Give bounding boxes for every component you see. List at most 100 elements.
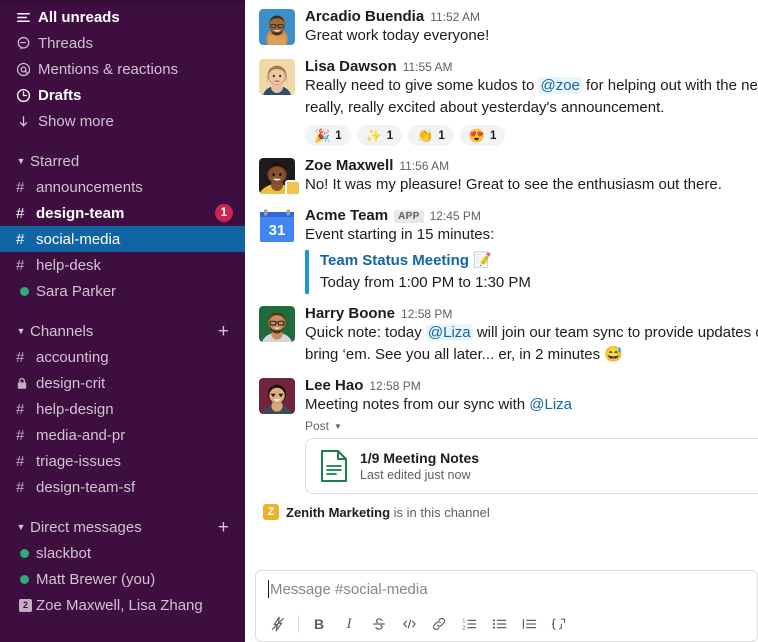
message-timestamp[interactable]: 12:45 PM [430,209,481,223]
message-timestamp[interactable]: 12:58 PM [369,379,420,393]
sidebar-channel-design-team[interactable]: # design-team 1 [0,200,245,226]
message-author[interactable]: Acme Team [305,207,388,224]
sidebar-dm-slackbot[interactable]: slackbot [0,540,245,566]
ordered-list-button[interactable]: 12 [455,610,483,638]
section-header-starred[interactable]: ▼ Starred [0,148,245,174]
channel-name: help-desk [36,256,102,274]
message-timestamp[interactable]: 11:55 AM [403,60,453,74]
sidebar-channel-social-media[interactable]: # social-media [0,226,245,252]
sidebar-channel-help-design[interactable]: # help-design [0,396,245,422]
shortcuts-lightning-icon[interactable] [264,610,292,638]
chevron-down-icon: ▼ [16,156,26,166]
text-segment: will join our team sync to provide updat… [476,324,758,341]
add-channel-button[interactable]: + [218,322,233,341]
sidebar-item-show-more[interactable]: Show more [0,108,245,134]
avatar[interactable] [259,306,295,342]
reaction-clap[interactable]: 👏 1 [408,125,454,146]
section-title: Channels [30,322,94,340]
section-header-channels[interactable]: ▼ Channels + [0,318,245,344]
message-author[interactable]: Harry Boone [305,305,395,322]
sidebar-item-label: Drafts [38,86,82,104]
sidebar-channel-accounting[interactable]: # accounting [0,344,245,370]
avatar[interactable] [259,59,295,95]
sidebar-item-label: Threads [38,34,94,52]
sidebar: All unreads Threads Mentions & reactions [0,0,245,642]
message-author[interactable]: Lee Hao [305,377,363,394]
avatar[interactable]: 31 [259,208,295,244]
reaction-tada[interactable]: 🎉 1 [305,125,351,146]
sidebar-channel-media-and-pr[interactable]: # media-and-pr [0,422,245,448]
composer-input-row[interactable]: Message #social-media [256,571,757,607]
message-author[interactable]: Arcadio Buendia [305,8,424,25]
avatar[interactable] [259,9,295,45]
avatar-image [259,306,295,342]
reaction-emoji: 😍 [468,128,485,143]
sidebar-channel-design-team-sf[interactable]: # design-team-sf [0,474,245,500]
sidebar-channel-triage-issues[interactable]: # triage-issues [0,448,245,474]
reaction-count: 1 [489,129,497,142]
italic-button[interactable]: I [335,610,363,638]
mention-link-liza[interactable]: @Liza [529,396,572,413]
dm-name: Matt Brewer (you) [36,570,156,588]
sidebar-nav: All unreads Threads Mentions & reactions [0,4,245,134]
section-title: Starred [30,152,80,170]
sidebar-dm-group[interactable]: 2 Zoe Maxwell, Lisa Zhang [0,592,245,618]
status-emoji-badge[interactable] [285,180,301,196]
mention-link-liza[interactable]: @Liza [425,324,473,341]
sidebar-dm-matt-brewer[interactable]: Matt Brewer (you) [0,566,245,592]
reaction-sparkles[interactable]: ✨ 1 [356,125,403,146]
strikethrough-button[interactable] [365,610,393,638]
avatar-image [259,59,295,95]
code-button[interactable] [395,610,423,638]
composer-placeholder: Message #social-media [270,580,428,598]
mention-link-zoe[interactable]: @zoe [538,77,582,94]
add-dm-button[interactable]: + [218,518,233,537]
file-info: 1/9 Meeting Notes Last edited just now [360,450,479,482]
link-button[interactable] [425,610,453,638]
code-block-button[interactable] [545,610,573,638]
message-author[interactable]: Zoe Maxwell [305,157,393,174]
post-label-text: Post [305,419,330,433]
sidebar-channel-help-desk[interactable]: # help-desk [0,252,245,278]
message-timestamp[interactable]: 12:58 PM [401,307,452,321]
message-author[interactable]: Lisa Dawson [305,58,397,75]
message-body: Arcadio Buendia 11:52 AM Great work toda… [305,8,758,47]
channel-join-notice: Z Zenith Marketing is in this channel [245,496,758,526]
dm-name: Sara Parker [36,282,117,300]
bold-button[interactable]: B [305,610,333,638]
sidebar-dm-sara-parker[interactable]: Sara Parker [0,278,245,304]
channel-name: social-media [36,230,121,248]
message-timestamp[interactable]: 11:56 AM [399,159,449,173]
event-title-link[interactable]: Team Status Meeting 📝 [320,250,758,272]
message-timestamp[interactable]: 11:52 AM [430,10,480,24]
channel-name: triage-issues [36,452,122,470]
channel-name: design-team-sf [36,478,136,496]
bulleted-list-button[interactable] [485,610,513,638]
post-type-dropdown[interactable]: Post ▼ [305,419,758,433]
avatar[interactable] [259,158,301,196]
main-content: Arcadio Buendia 11:52 AM Great work toda… [245,0,758,642]
blockquote-button[interactable] [515,610,543,638]
sidebar-item-drafts[interactable]: Drafts [0,82,245,108]
reaction-heart-eyes[interactable]: 😍 1 [459,125,506,146]
event-time: Today from 1:00 PM to 1:30 PM [320,274,531,291]
join-notice-name[interactable]: Zenith Marketing [286,505,390,520]
sidebar-item-all-unreads[interactable]: All unreads [0,4,245,30]
avatar[interactable] [259,378,295,414]
message-body: Lisa Dawson 11:55 AM Really need to give… [305,58,758,146]
message-header: Lisa Dawson 11:55 AM [305,58,758,75]
message-item: Arcadio Buendia 11:52 AM Great work toda… [245,4,758,49]
sidebar-channel-announcements[interactable]: # announcements [0,174,245,200]
sidebar-channel-design-crit[interactable]: design-crit [0,370,245,396]
sidebar-item-threads[interactable]: Threads [0,30,245,56]
file-attachment-card[interactable]: 1/9 Meeting Notes Last edited just now [305,438,758,494]
section-header-direct-messages[interactable]: ▼ Direct messages + [0,514,245,540]
sidebar-item-mentions[interactable]: Mentions & reactions [0,56,245,82]
message-text: Great work today everyone! [305,27,490,44]
message-list[interactable]: Arcadio Buendia 11:52 AM Great work toda… [245,0,758,566]
toolbar-divider [298,615,299,633]
message-text-line-1: Quick note: today @Liza will join our te… [305,322,758,344]
message-header: Arcadio Buendia 11:52 AM [305,8,758,25]
message-composer[interactable]: Message #social-media B I 1 2 [255,570,758,642]
svg-text:31: 31 [269,222,286,239]
